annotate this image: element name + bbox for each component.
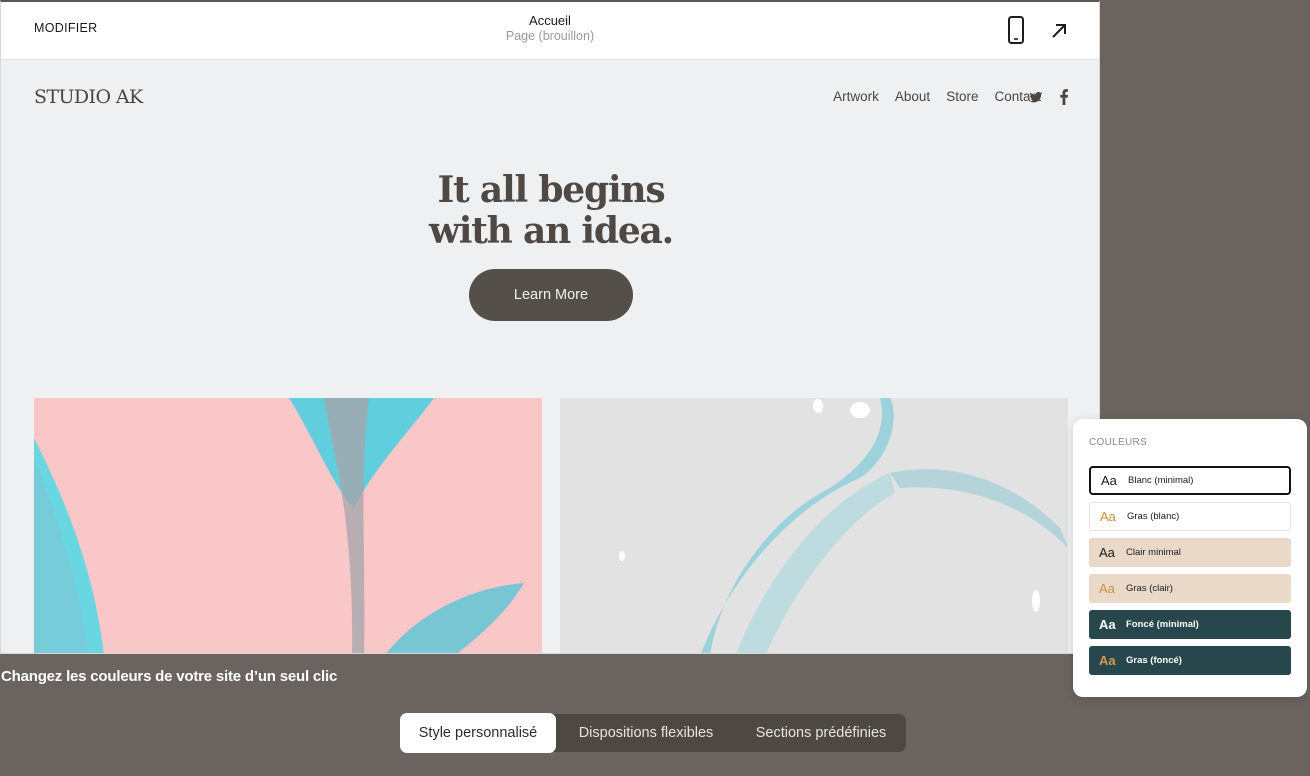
color-option-aa-sample: Aa	[1099, 581, 1115, 596]
nav-item-store[interactable]: Store	[946, 89, 978, 104]
color-option-aa-sample: Aa	[1101, 473, 1117, 488]
color-option-gras-fonce[interactable]: Aa Gras (foncé)	[1089, 646, 1291, 675]
twitter-icon[interactable]	[1029, 89, 1043, 105]
color-option-label: Foncé (minimal)	[1126, 619, 1199, 630]
arrow-up-right-icon[interactable]	[1047, 19, 1071, 43]
color-option-blanc-minimal[interactable]: Aa Blanc (minimal)	[1089, 466, 1291, 495]
color-option-label: Clair minimal	[1126, 547, 1181, 558]
color-option-gras-blanc[interactable]: Aa Gras (blanc)	[1089, 502, 1291, 531]
color-option-label: Gras (clair)	[1126, 583, 1173, 594]
nav-item-about[interactable]: About	[895, 89, 930, 104]
feature-tabs: Style personnalisé Dispositions flexible…	[401, 714, 906, 752]
color-option-label: Gras (blanc)	[1127, 511, 1180, 522]
color-option-aa-sample: Aa	[1099, 653, 1116, 668]
color-option-aa-sample: Aa	[1100, 509, 1116, 524]
tab-dispositions-flexibles[interactable]: Dispositions flexibles	[555, 714, 737, 752]
color-option-label: Gras (foncé)	[1126, 655, 1182, 666]
color-option-aa-sample: Aa	[1099, 545, 1115, 560]
site-logo[interactable]: STUDIO AK	[34, 86, 143, 108]
page-info: Accueil Page (brouillon)	[1, 13, 1099, 44]
tab-sections-predefinies[interactable]: Sections prédéfinies	[737, 714, 905, 752]
colors-panel-title: COULEURS	[1089, 437, 1147, 448]
promo-caption: Changez les couleurs de votre site d’un …	[1, 668, 338, 685]
artwork-image-pink	[34, 398, 542, 653]
page-status: Page (brouillon)	[505, 29, 595, 43]
tab-style-personnalise[interactable]: Style personnalisé	[401, 714, 555, 752]
editor-topbar: MODIFIER Accueil Page (brouillon)	[1, 2, 1099, 60]
site-nav: Artwork About Store Contact	[833, 89, 1041, 104]
hero-heading-line-2: with an idea.	[428, 210, 674, 252]
hero-heading-line-1: It all begins	[437, 169, 666, 211]
artwork-image-grey	[560, 398, 1068, 653]
hero-heading: It all begins with an idea.	[1, 169, 1099, 252]
editor-frame: MODIFIER Accueil Page (brouillon) STUDIO…	[0, 0, 1100, 654]
color-option-fonce-minimal[interactable]: Aa Foncé (minimal)	[1089, 610, 1291, 639]
color-option-label: Blanc (minimal)	[1128, 475, 1194, 486]
color-option-clair-minimal[interactable]: Aa Clair minimal	[1089, 538, 1291, 567]
page-title[interactable]: Accueil	[1, 13, 1099, 29]
color-option-aa-sample: Aa	[1099, 617, 1116, 632]
mobile-phone-icon[interactable]	[1004, 15, 1028, 45]
colors-panel: COULEURS Aa Blanc (minimal) Aa Gras (blanc)…	[1073, 419, 1307, 697]
color-option-gras-clair[interactable]: Aa Gras (clair)	[1089, 574, 1291, 603]
nav-item-artwork[interactable]: Artwork	[833, 89, 879, 104]
learn-more-button[interactable]: Learn More	[469, 269, 633, 321]
facebook-icon[interactable]	[1059, 89, 1069, 105]
